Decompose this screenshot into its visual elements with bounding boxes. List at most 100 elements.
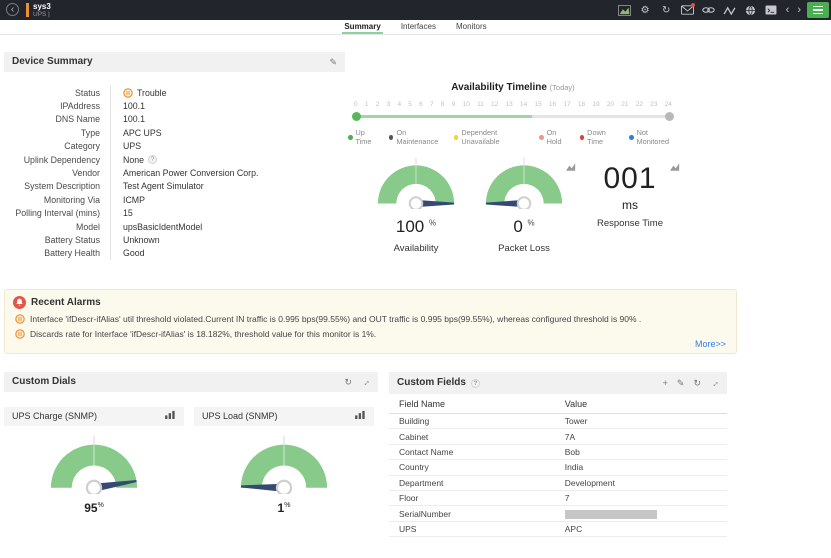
tick-label: 3 [387, 101, 391, 108]
gear-icon[interactable]: ⚙ [639, 4, 652, 17]
field-label: Type [4, 128, 110, 138]
graph-icon[interactable] [670, 158, 680, 176]
trouble-icon [123, 88, 133, 98]
device-name: sys3 [33, 2, 51, 11]
help-icon[interactable]: ? [471, 379, 480, 388]
custom-dials-panel: Custom Dials ↻ ↔ UPS Charge (SNMP) [4, 372, 378, 515]
field-value: UPS [110, 140, 345, 153]
tab[interactable]: Summary [342, 20, 382, 34]
field-value-text: Good [123, 248, 145, 258]
bar-chart-icon[interactable] [355, 407, 366, 426]
edit-icon[interactable]: ✎ [329, 52, 337, 72]
response-time-unit: ms [584, 198, 676, 212]
tick-label: 1 [365, 101, 369, 108]
column-field-name: Field Name [389, 399, 565, 409]
expand-icon[interactable]: ↔ [704, 373, 725, 394]
mail-icon[interactable] [681, 4, 694, 17]
dial-name: UPS Charge (SNMP) [12, 407, 97, 426]
tab[interactable]: Monitors [454, 20, 489, 34]
back-button[interactable]: ‹ [6, 3, 19, 16]
tick-label: 19 [592, 101, 599, 108]
help-icon[interactable]: ? [148, 155, 157, 164]
legend-item: Not Monitored [629, 128, 678, 146]
gauge-value: 100 % [368, 217, 464, 237]
pulse-icon[interactable] [723, 4, 736, 17]
edit-icon[interactable]: ✎ [677, 373, 685, 393]
field-label: Category [4, 141, 110, 151]
dial-value: 1% [194, 501, 374, 515]
timeline-title: Availability Timeline (Today) [348, 82, 678, 93]
field-value-text: Trouble [137, 88, 167, 98]
tick-label: 2 [376, 101, 380, 108]
bar-chart-icon[interactable] [165, 407, 176, 426]
tick-label: 4 [397, 101, 401, 108]
field-value-text: 100.1 [123, 114, 145, 124]
refresh-icon[interactable]: ↻ [344, 372, 352, 392]
tick-label: 24 [665, 101, 672, 108]
tick-label: 10 [463, 101, 470, 108]
tick-label: 15 [534, 101, 541, 108]
table-row: Country India [389, 460, 727, 475]
legend-item: On Hold [539, 128, 571, 146]
expand-icon[interactable]: ↔ [355, 372, 376, 393]
legend-dot [389, 135, 394, 140]
cell-field-name: SerialNumber [389, 509, 565, 519]
tick-label: 8 [441, 101, 445, 108]
tick-label: 5 [408, 101, 412, 108]
alarm-text: Discards rate for Interface 'ifDescr-ifA… [30, 329, 376, 339]
add-icon[interactable]: + [663, 373, 668, 393]
cell-value: India [565, 462, 727, 472]
toolbar: ⚙ ↻ ‹ › [618, 0, 801, 20]
cell-value-text: 7A [565, 432, 575, 442]
field-value: Good [110, 247, 345, 260]
legend-item: Down Time [580, 128, 620, 146]
globe-icon[interactable] [744, 4, 757, 17]
timeline-legend: Up Time On Maintenance Dependent Unavail… [348, 128, 678, 146]
table-row: SerialNumber [389, 506, 727, 521]
legend-label: On Maintenance [396, 128, 444, 146]
tick-label: 13 [506, 101, 513, 108]
field-label: Battery Status [4, 235, 110, 245]
field-row: Monitoring Via ICMP [4, 193, 345, 206]
link-icon[interactable] [702, 4, 715, 17]
field-value: None ? [110, 153, 345, 166]
area-chart-icon[interactable] [618, 4, 631, 17]
field-label: Battery Health [4, 248, 110, 258]
tick-label: 12 [491, 101, 498, 108]
legend-label: Dependent Unavailable [461, 128, 530, 146]
legend-label: Up Time [356, 128, 380, 146]
legend-label: Down Time [587, 128, 620, 146]
tick-label: 0 [354, 101, 358, 108]
response-time-label: Response Time [584, 218, 676, 229]
tick-label: 17 [563, 101, 570, 108]
trouble-icon [15, 314, 25, 324]
cell-field-name: Floor [389, 493, 565, 503]
field-value: 100.1 [110, 113, 345, 126]
field-value-text: ICMP [123, 195, 145, 205]
field-value: ICMP [110, 193, 345, 206]
sync-icon[interactable]: ↻ [660, 4, 673, 17]
menu-button[interactable] [807, 2, 829, 18]
tick-label: 9 [452, 101, 456, 108]
availability-timeline: Availability Timeline (Today) 0123456789… [348, 82, 678, 146]
chevron-left-icon[interactable]: ‹ [786, 4, 790, 16]
device-summary-fields: Status Trouble IPAddress 100.1 [4, 86, 345, 260]
cell-field-name: UPS [389, 524, 565, 534]
legend-item: Up Time [348, 128, 380, 146]
refresh-icon[interactable]: ↻ [693, 373, 701, 393]
recent-alarms-panel: Recent Alarms Interface 'ifDescr-ifAlias… [4, 289, 737, 354]
table-row: Building Tower [389, 414, 727, 429]
more-link[interactable]: More>> [695, 339, 726, 349]
terminal-icon[interactable] [765, 4, 778, 17]
graph-icon[interactable] [566, 158, 576, 176]
cell-value-text: 7 [565, 493, 570, 503]
tick-label: 7 [430, 101, 434, 108]
gauge: 0 % Packet Loss [476, 156, 572, 254]
tick-label: 22 [636, 101, 643, 108]
chevron-right-icon[interactable]: › [797, 4, 801, 16]
cell-value: 7A [565, 432, 727, 442]
legend-dot [539, 135, 544, 140]
tab[interactable]: Interfaces [399, 20, 438, 34]
field-value-text: Test Agent Simulator [123, 181, 204, 191]
device-accent-bar [26, 3, 29, 17]
